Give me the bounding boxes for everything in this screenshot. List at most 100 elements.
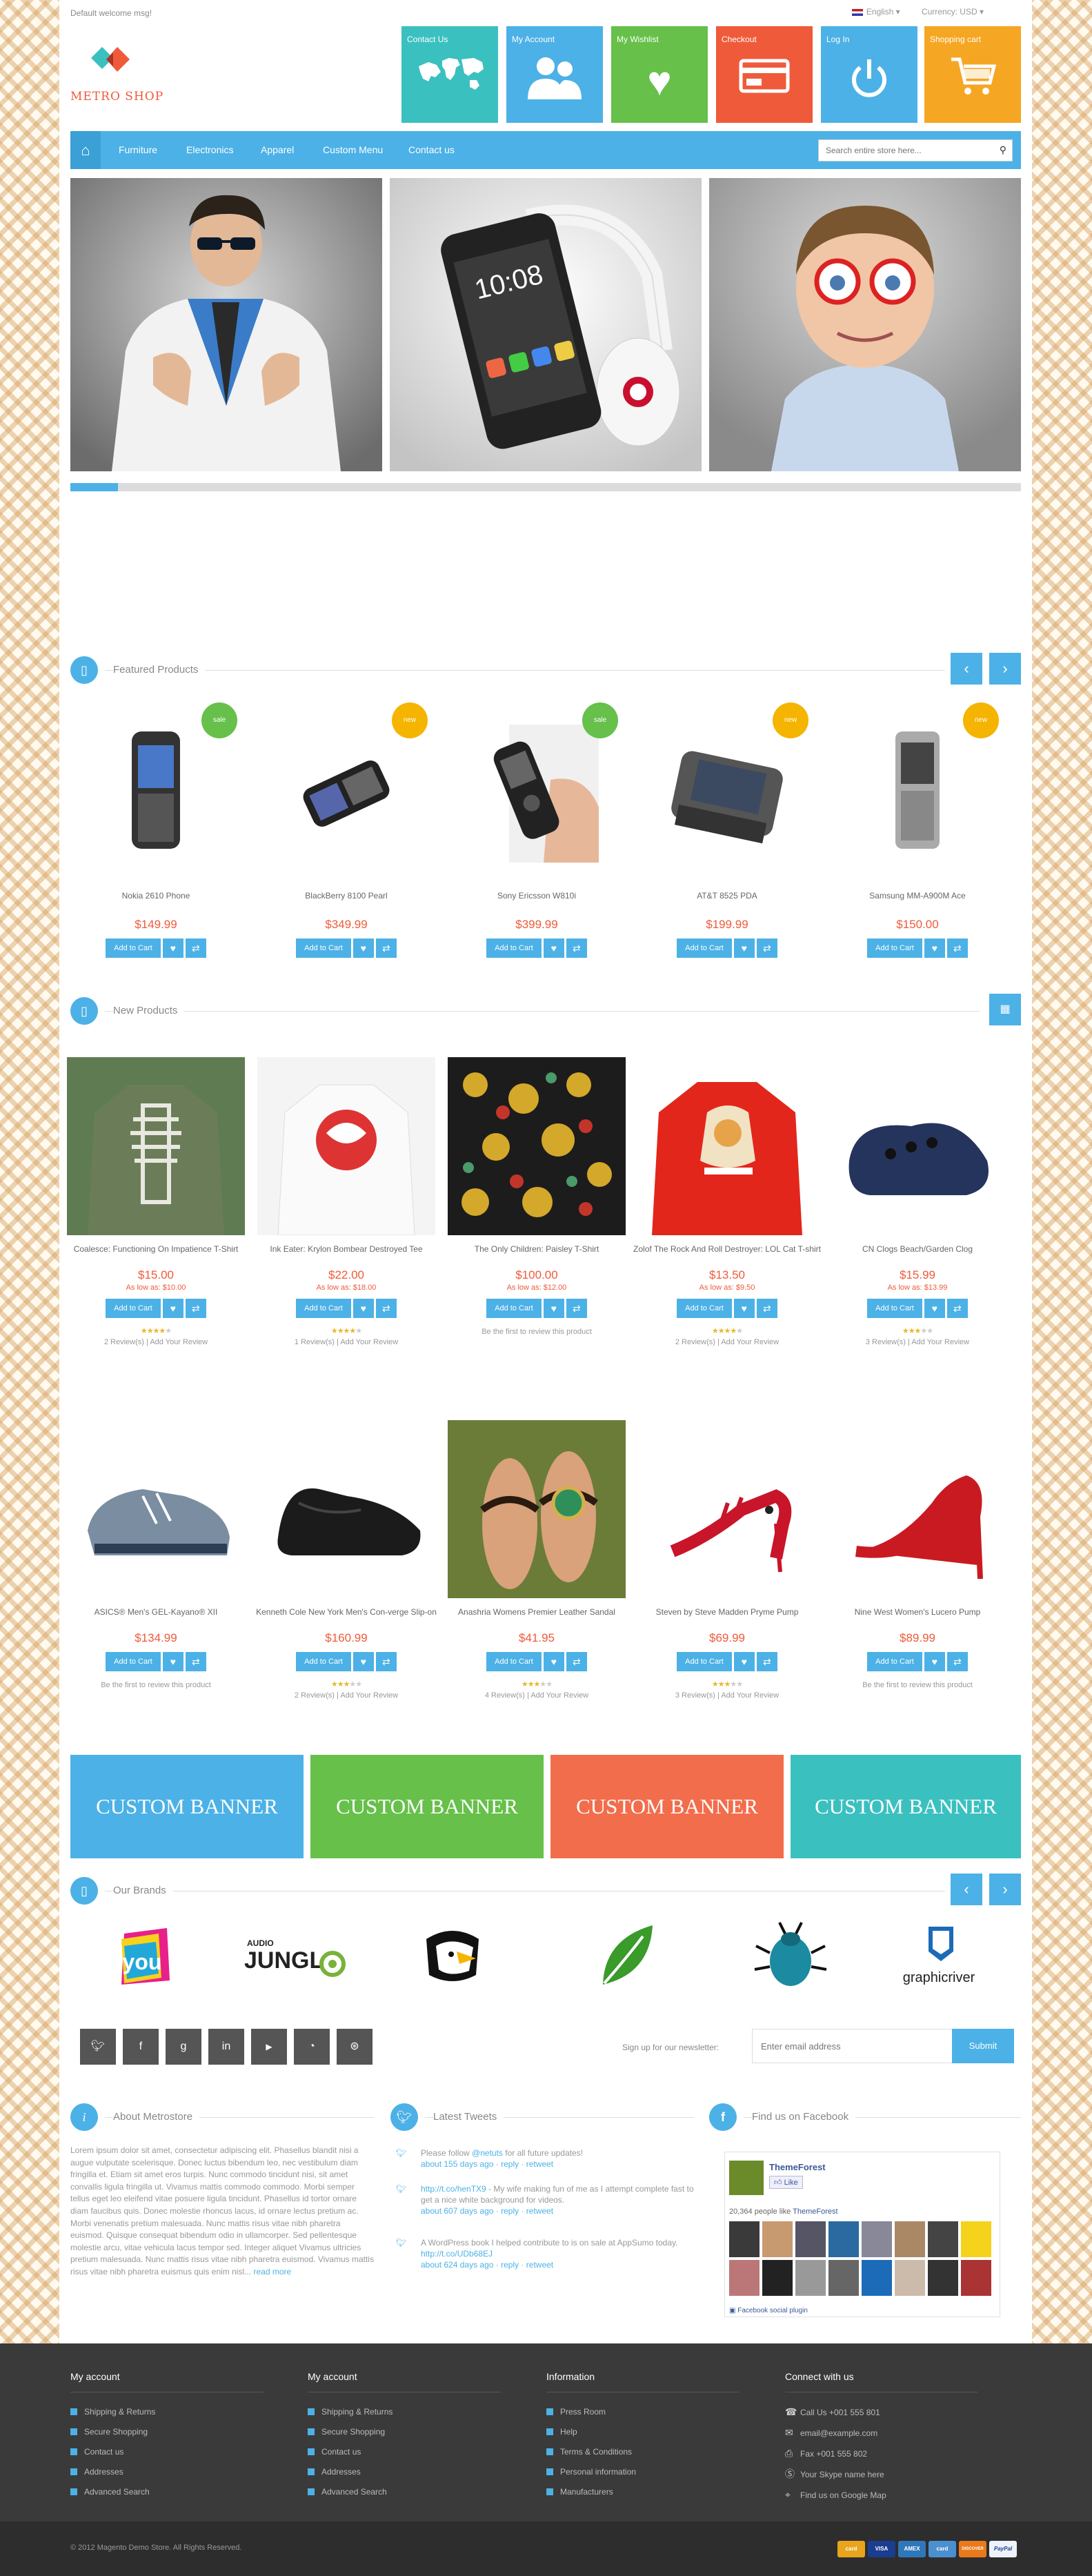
wishlist-heart-icon[interactable]: ♥ — [733, 1652, 755, 1671]
contact-map[interactable]: ⌖ Find us on Google Map — [785, 2485, 1006, 2506]
reviews-link[interactable]: 3 Review(s) — [866, 1338, 906, 1346]
tweet-retweet-link[interactable]: retweet — [526, 2159, 553, 2169]
product-name[interactable]: AT&T 8525 PDA — [633, 890, 821, 912]
tweet-link[interactable]: @netuts — [472, 2148, 503, 2158]
add-to-cart-button[interactable]: Add to Cart — [486, 1652, 542, 1671]
dribbble-icon[interactable]: ⊛ — [337, 2029, 373, 2065]
footer-link[interactable]: Secure Shopping — [70, 2422, 291, 2442]
tweet-time[interactable]: about 607 days ago — [421, 2206, 493, 2216]
next-arrow-icon[interactable]: › — [989, 1874, 1021, 1905]
slide-superhero-man[interactable] — [70, 178, 382, 471]
brand-logo-eagle[interactable] — [411, 1918, 494, 1994]
wishlist-heart-icon[interactable]: ♥ — [162, 938, 183, 958]
compare-icon[interactable]: ⇄ — [566, 938, 587, 958]
compare-icon[interactable]: ⇄ — [946, 1652, 968, 1671]
brand-logo-beetle[interactable] — [749, 1918, 832, 1994]
compare-icon[interactable]: ⇄ — [946, 1299, 968, 1318]
tweet-reply-link[interactable]: reply — [501, 2206, 519, 2216]
footer-link[interactable]: Manufacturers — [546, 2482, 767, 2502]
product-name[interactable]: Zolof The Rock And Roll Destroyer: LOL C… — [633, 1243, 821, 1266]
custom-banner[interactable]: CUSTOM BANNER — [791, 1755, 1021, 1858]
add-review-link[interactable]: Add Your Review — [340, 1691, 398, 1700]
product-image[interactable] — [257, 1420, 435, 1598]
custom-banner[interactable]: CUSTOM BANNER — [310, 1755, 544, 1858]
add-to-cart-button[interactable]: Add to Cart — [296, 1299, 351, 1318]
count-link[interactable]: ThemeForest — [793, 2208, 837, 2216]
nav-item-furniture[interactable]: Furniture — [119, 131, 157, 169]
tile-contact-us[interactable]: Contact Us — [401, 26, 498, 123]
add-review-link[interactable]: Add Your Review — [721, 1338, 779, 1346]
facebook-like-button[interactable]: 👍︎ Like — [769, 2176, 803, 2189]
product-name[interactable]: Nine West Women's Lucero Pump — [824, 1606, 1011, 1629]
tweet-link[interactable]: http://t.co/UDb68EJ — [421, 2249, 493, 2259]
compare-icon[interactable]: ⇄ — [566, 1299, 587, 1318]
first-review-link[interactable]: Be the first to review this product — [62, 1681, 250, 1689]
product-name[interactable]: Coalesce: Functioning On Impatience T-Sh… — [62, 1243, 250, 1266]
add-to-cart-button[interactable]: Add to Cart — [106, 1652, 161, 1671]
prev-arrow-icon[interactable]: ‹ — [951, 653, 982, 685]
fan-avatar[interactable] — [961, 2221, 991, 2257]
product-image[interactable] — [828, 1057, 1006, 1235]
youtube-icon[interactable]: ▶ — [251, 2029, 287, 2065]
product-image[interactable] — [828, 1420, 1006, 1598]
tile-checkout[interactable]: Checkout — [716, 26, 813, 123]
slider-progress[interactable] — [70, 483, 1021, 491]
brand-logo-you[interactable]: you — [103, 1918, 186, 1994]
product-name[interactable]: Ink Eater: Krylon Bombear Destroyed Tee — [252, 1243, 440, 1266]
reviews-link[interactable]: 3 Review(s) — [675, 1691, 715, 1700]
add-to-cart-button[interactable]: Add to Cart — [486, 1299, 542, 1318]
tile-shopping-cart[interactable]: Shopping cart — [924, 26, 1021, 123]
wishlist-heart-icon[interactable]: ♥ — [162, 1299, 183, 1318]
compare-icon[interactable]: ⇄ — [185, 1652, 206, 1671]
fan-avatar[interactable] — [762, 2260, 793, 2296]
wishlist-heart-icon[interactable]: ♥ — [353, 1652, 374, 1671]
wishlist-heart-icon[interactable]: ♥ — [543, 1299, 564, 1318]
wishlist-heart-icon[interactable]: ♥ — [733, 1299, 755, 1318]
custom-banner[interactable]: CUSTOM BANNER — [550, 1755, 784, 1858]
language-switcher[interactable]: English ▾ — [851, 7, 900, 17]
nav-item-apparel[interactable]: Apparel — [261, 131, 294, 169]
add-to-cart-button[interactable]: Add to Cart — [867, 1652, 922, 1671]
wishlist-heart-icon[interactable]: ♥ — [924, 1299, 945, 1318]
fan-avatar[interactable] — [729, 2221, 760, 2257]
reviews-link[interactable]: 4 Review(s) — [485, 1691, 525, 1700]
fan-avatar[interactable] — [961, 2260, 991, 2296]
product-image[interactable] — [638, 1057, 816, 1235]
product-name[interactable]: CN Clogs Beach/Garden Clog — [824, 1243, 1011, 1266]
add-to-cart-button[interactable]: Add to Cart — [296, 1652, 351, 1671]
compare-icon[interactable]: ⇄ — [566, 1652, 587, 1671]
compare-icon[interactable]: ⇄ — [756, 1652, 777, 1671]
compare-icon[interactable]: ⇄ — [375, 1299, 397, 1318]
facebook-icon[interactable]: f — [123, 2029, 159, 2065]
wishlist-heart-icon[interactable]: ♥ — [543, 938, 564, 958]
footer-link[interactable]: Shipping & Returns — [70, 2402, 291, 2422]
product-name[interactable]: Kenneth Cole New York Men's Con-verge Sl… — [252, 1606, 440, 1629]
add-to-cart-button[interactable]: Add to Cart — [486, 938, 542, 958]
product-name[interactable]: Samsung MM-A900M Ace — [824, 890, 1011, 912]
fan-avatar[interactable] — [729, 2260, 760, 2296]
add-review-link[interactable]: Add Your Review — [911, 1338, 969, 1346]
footer-link[interactable]: Secure Shopping — [308, 2422, 528, 2442]
compare-icon[interactable]: ⇄ — [375, 1652, 397, 1671]
add-to-cart-button[interactable]: Add to Cart — [106, 938, 161, 958]
contact-email[interactable]: ✉ email@example.com — [785, 2423, 1006, 2444]
compare-icon[interactable]: ⇄ — [185, 938, 206, 958]
tweet-reply-link[interactable]: reply — [501, 2159, 519, 2169]
reviews-link[interactable]: 1 Review(s) — [295, 1338, 335, 1346]
home-icon[interactable]: ⌂ — [70, 131, 101, 169]
prev-arrow-icon[interactable]: ‹ — [951, 1874, 982, 1905]
compare-icon[interactable]: ⇄ — [185, 1299, 206, 1318]
add-review-link[interactable]: Add Your Review — [150, 1338, 208, 1346]
linkedin-icon[interactable]: in — [208, 2029, 244, 2065]
read-more-link[interactable]: read more — [253, 2267, 291, 2277]
fan-avatar[interactable] — [795, 2260, 826, 2296]
product-image[interactable]: sale — [461, 702, 618, 869]
brand-logo-leaf[interactable] — [584, 1918, 666, 1994]
tweet-time[interactable]: about 624 days ago — [421, 2260, 493, 2270]
wishlist-heart-icon[interactable]: ♥ — [162, 1652, 183, 1671]
footer-link[interactable]: Contact us — [308, 2442, 528, 2462]
compare-icon[interactable]: ⇄ — [756, 1299, 777, 1318]
product-image[interactable] — [448, 1420, 626, 1598]
footer-link[interactable]: Advanced Search — [70, 2482, 291, 2502]
footer-link[interactable]: Help — [546, 2422, 767, 2442]
